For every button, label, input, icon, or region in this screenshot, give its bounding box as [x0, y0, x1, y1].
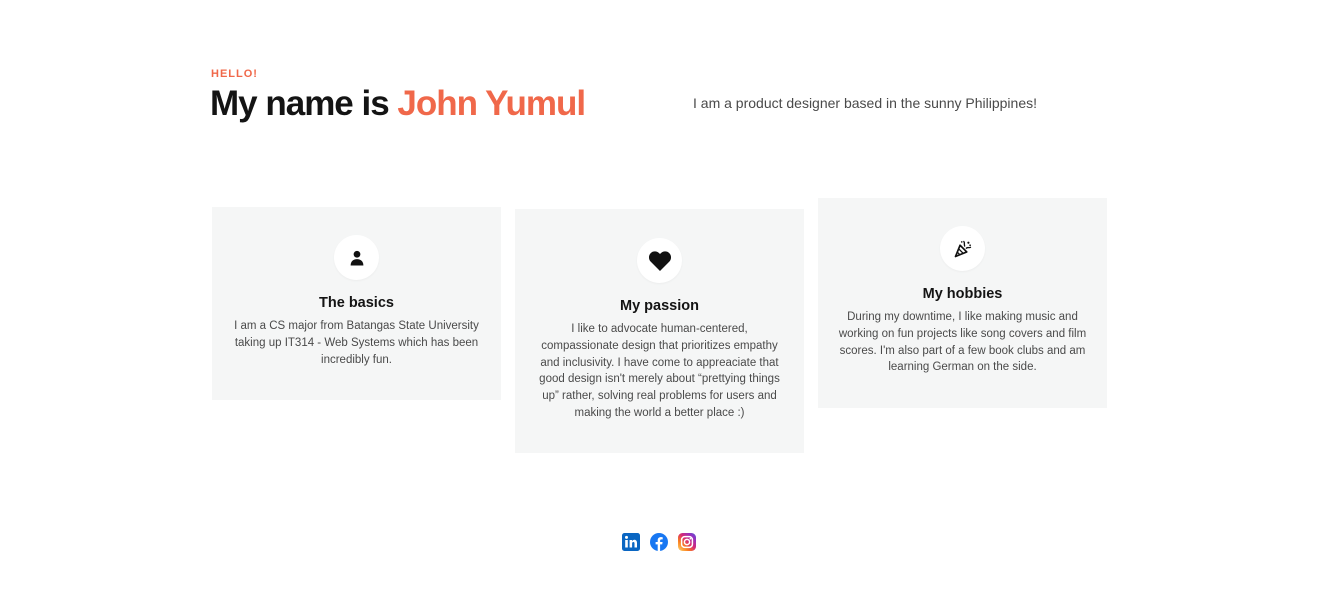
page-title: My name is John Yumul: [210, 84, 586, 124]
linkedin-link[interactable]: [622, 533, 640, 551]
party-popper-icon: [954, 240, 971, 257]
card-title: My passion: [620, 298, 699, 314]
card-icon-badge: [940, 226, 985, 271]
card-body: I like to advocate human-centered, compa…: [539, 323, 780, 419]
card-title: My hobbies: [922, 286, 1003, 302]
instagram-link[interactable]: [678, 533, 696, 551]
facebook-icon: [650, 533, 668, 551]
card-title: The basics: [319, 295, 394, 311]
name-highlight: John Yumul: [397, 84, 586, 123]
headline-prefix: My name is: [210, 84, 398, 123]
instagram-icon: [678, 533, 696, 551]
eyebrow-label: HELLO!: [211, 68, 258, 80]
linkedin-icon: [622, 533, 640, 551]
social-links: [622, 533, 696, 551]
card-passion: My passion I like to advocate human-cent…: [515, 209, 804, 453]
card-hobbies: My hobbies During my downtime, I like ma…: [818, 198, 1107, 408]
person-icon: [350, 250, 363, 265]
facebook-link[interactable]: [650, 533, 668, 551]
heart-icon: [648, 250, 671, 271]
tagline: I am a product designer based in the sun…: [693, 95, 1037, 111]
card-body: During my downtime, I like making music …: [838, 311, 1087, 374]
card-basics: The basics I am a CS major from Batangas…: [212, 207, 501, 400]
card-body: I am a CS major from Batangas State Univ…: [234, 320, 479, 366]
card-icon-badge: [334, 235, 379, 280]
card-icon-badge: [637, 238, 682, 283]
